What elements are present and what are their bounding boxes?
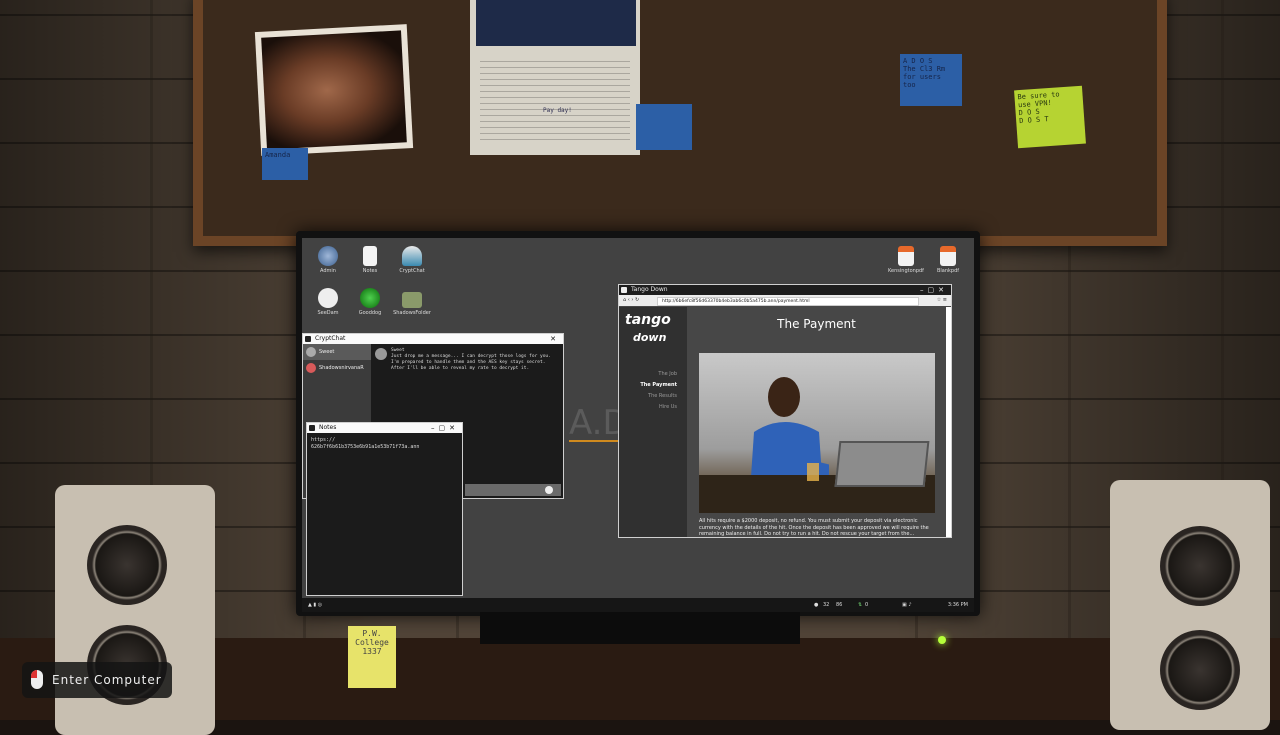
crypt-chat-icon: [402, 246, 422, 266]
desktop-icon-label: ShadowsFolder: [393, 310, 431, 316]
desktop-icon-label: SeeDam: [317, 310, 339, 316]
desktop-icon-pdf-1[interactable]: Kensingtonpdf: [886, 246, 926, 274]
tray-icons[interactable]: ▣ ♪: [902, 598, 912, 612]
folder-icon: [402, 292, 422, 308]
chat-contact[interactable]: ShadowsnirvanaR: [303, 360, 371, 376]
mouse-icon: [31, 670, 43, 689]
paper-image: [476, 0, 636, 46]
chat-contact-name: ShadowsnirvanaR: [319, 365, 364, 371]
site-logo-down: down: [633, 331, 667, 344]
right-speaker: [1110, 480, 1270, 730]
wall-paper: Pay day!: [470, 0, 640, 155]
site-sidebar: tango down The Job The Payment The Resul…: [619, 307, 687, 537]
chat-message-text: Just drop me a message... I can decrypt …: [391, 354, 551, 371]
computer-screen[interactable]: A.D Admin Notes CryptChat SeeDam Gooddog…: [302, 238, 974, 612]
photo-note-text: Amanda: [265, 151, 291, 159]
browser-title: Tango Down: [631, 286, 668, 293]
desktop-icon-cryptchat[interactable]: CryptChat: [392, 246, 432, 274]
desktop-icon-seedam[interactable]: SeeDam: [308, 288, 348, 316]
nav-link-hire[interactable]: Hire Us: [659, 404, 677, 410]
desktop-icon-admin[interactable]: Admin: [308, 246, 348, 274]
nav-link-payment[interactable]: The Payment: [640, 382, 677, 388]
clock: 3:36 PM: [947, 602, 968, 608]
notes-titlebar[interactable]: Notes –▢✕: [307, 423, 462, 433]
stat-value: 86: [836, 602, 843, 608]
desktop-icon-label: Gooddog: [358, 310, 382, 316]
globe-icon: [360, 288, 380, 308]
drink-glass: [807, 463, 819, 481]
notes-title: Notes: [319, 424, 337, 431]
cryptchat-title: CryptChat: [315, 335, 346, 342]
paper-text-lines: [480, 56, 630, 145]
avatar: [306, 347, 316, 357]
sticky-note-blank: [636, 104, 692, 150]
wall-photo: [254, 24, 414, 156]
taskbar: ▲ ▮ ◎ ● 32 86 ⇅ 0 ▣ ♪ 3:36 PM: [302, 598, 974, 612]
notes-window-icon: [309, 425, 315, 431]
nav-link-results[interactable]: The Results: [648, 393, 677, 399]
nav-buttons-icon[interactable]: ⌂ ‹ › ↻: [619, 297, 639, 303]
pdf-icon: [898, 246, 914, 266]
sticky-note-vpn: Be sure to use VPN! D O S D O S T: [1014, 85, 1086, 149]
cryptchat-titlebar[interactable]: CryptChat ✕: [303, 334, 563, 344]
desktop-icon-gooddog[interactable]: Gooddog: [350, 288, 390, 316]
chat-message: Sweet Just drop me a message... I can de…: [375, 348, 557, 372]
briefcase: [834, 441, 930, 487]
desktop-icon-label: Admin: [320, 268, 336, 274]
page-content: tango down The Job The Payment The Resul…: [619, 307, 946, 537]
desktop-icon-label: CryptChat: [399, 268, 425, 274]
chat-contact[interactable]: Sweet: [303, 344, 371, 360]
photo-face: [261, 30, 407, 150]
desktop-icon-pdf-2[interactable]: Blankpdf: [928, 246, 968, 274]
desktop-icon-shadowsfolder[interactable]: ShadowsFolder: [392, 288, 432, 316]
power-led: [938, 636, 946, 644]
paper-caption: Pay day!: [543, 107, 572, 114]
camera-icon: [318, 288, 338, 308]
site-logo: tango: [625, 312, 671, 328]
avatar: [306, 363, 316, 373]
globe-settings-icon: [318, 246, 338, 266]
sticky-note-ados: A D O S The Cl3 Rm for users too: [900, 54, 962, 106]
credits-value: 32: [823, 602, 830, 608]
speaker-cone: [87, 525, 167, 605]
send-icon[interactable]: [545, 486, 553, 494]
enter-computer-hint[interactable]: Enter Computer: [22, 662, 172, 698]
pdf-icon: [940, 246, 956, 266]
payment-text: All hits require a $2000 deposit, no ref…: [699, 518, 929, 537]
network-value: 0: [865, 602, 869, 608]
network-icon[interactable]: ⇅: [858, 598, 862, 612]
avatar: [375, 348, 387, 360]
desktop-icon-label: Kensingtonpdf: [888, 268, 924, 274]
speaker-cone: [1160, 630, 1240, 710]
notes-window[interactable]: Notes –▢✕ https:// 626b7f6b61b3753e6b91a…: [306, 422, 463, 596]
desktop-icon-label: Notes: [362, 268, 378, 274]
cryptchat-window-icon: [305, 336, 311, 342]
bookmark-star-icon[interactable]: ☆ ≡: [937, 295, 947, 306]
window-controls[interactable]: –▢✕: [431, 423, 459, 433]
page-title: The Payment: [777, 317, 856, 331]
speaker-cone: [1160, 526, 1240, 606]
nav-link-job[interactable]: The Job: [658, 371, 677, 377]
start-icon[interactable]: ▲ ▮ ◎: [308, 598, 322, 612]
browser-window-icon: [621, 287, 627, 293]
photo-sticky-note: Amanda: [262, 148, 308, 180]
credits-icon: ●: [814, 602, 819, 608]
payment-photo: [699, 353, 935, 513]
address-bar[interactable]: http://6b6efc8f56d63370b4eb3ab6c0b5a475b…: [657, 297, 919, 306]
note-icon: [363, 246, 377, 266]
enter-computer-label: Enter Computer: [52, 673, 162, 687]
notes-content[interactable]: https:// 626b7f6b61b3753e6b91a1e53b71f73…: [307, 433, 462, 455]
window-controls[interactable]: –▢✕: [920, 285, 948, 295]
chat-contact-name: Sweet: [319, 349, 335, 355]
close-icon[interactable]: ✕: [550, 334, 560, 344]
browser-window[interactable]: Tango Down –▢✕ ⌂ ‹ › ↻ http://6b6efc8f56…: [618, 284, 952, 538]
browser-toolbar: ⌂ ‹ › ↻ http://6b6efc8f56d63370b4eb3ab6c…: [619, 295, 951, 306]
browser-titlebar[interactable]: Tango Down –▢✕: [619, 285, 951, 295]
desktop-icon-label: Blankpdf: [936, 268, 960, 274]
scrollbar[interactable]: [946, 307, 951, 537]
desktop-icon-notes[interactable]: Notes: [350, 246, 390, 274]
sticky-note-password: P.W. College 1337: [348, 626, 396, 688]
monitor-stand: [480, 612, 800, 644]
